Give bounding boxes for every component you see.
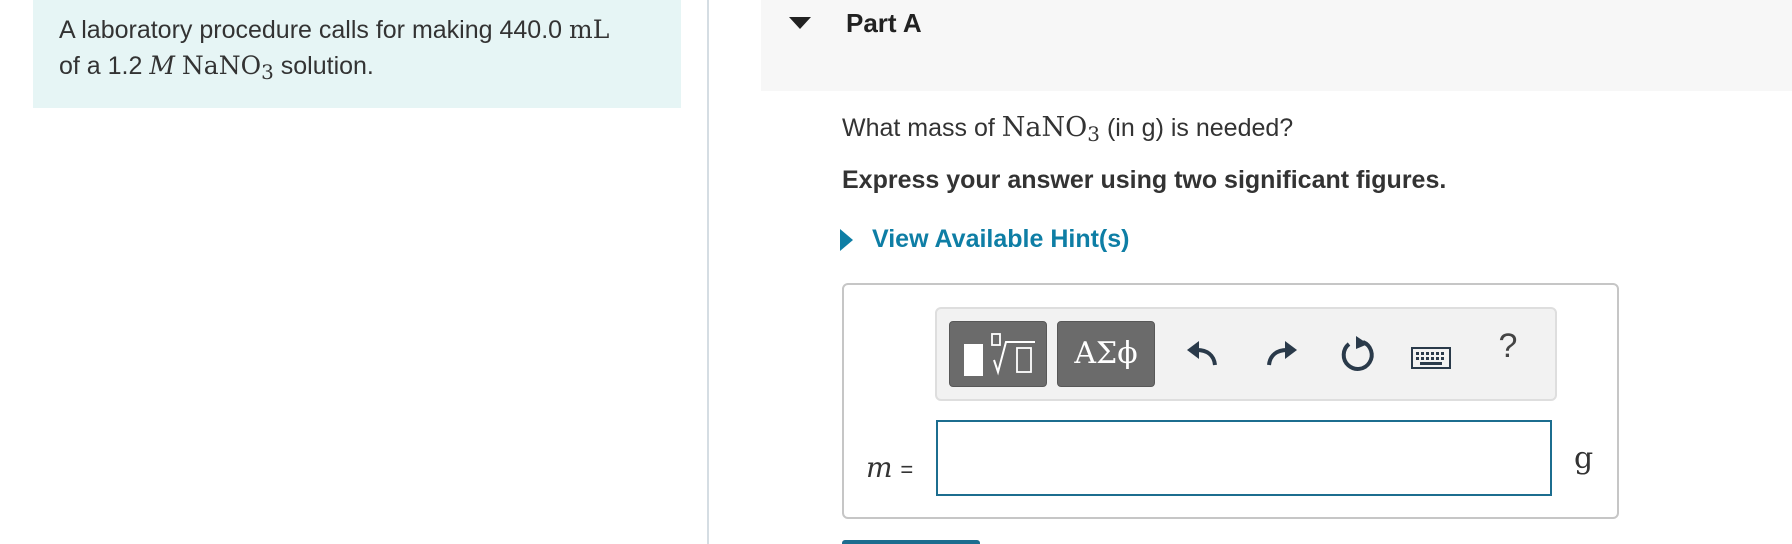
intro-text-start: A laboratory procedure calls for making … <box>59 16 569 44</box>
answer-variable: m <box>866 451 893 484</box>
equals-sign: = <box>900 457 914 482</box>
part-header[interactable]: Part A <box>761 0 1792 91</box>
submit-button[interactable] <box>842 540 980 544</box>
templates-button[interactable] <box>949 321 1047 387</box>
question-suffix: is needed? <box>1163 114 1294 142</box>
answer-input[interactable] <box>936 420 1552 496</box>
compound-base: NaNO <box>181 51 262 80</box>
reset-icon[interactable] <box>1337 335 1377 375</box>
answer-variable-label: m = <box>866 451 913 484</box>
math-toolbar: ΑΣϕ ? <box>935 307 1557 401</box>
question-prefix: What mass of <box>842 114 1002 142</box>
undo-icon[interactable] <box>1183 335 1223 375</box>
answer-unit: g <box>1574 441 1594 476</box>
keyboard-icon[interactable] <box>1411 339 1451 379</box>
compound-subscript: 3 <box>261 60 274 84</box>
templates-block-icon <box>964 344 983 376</box>
view-hints-link[interactable]: View Available Hint(s) <box>840 225 1129 254</box>
question-text: What mass of NaNO3 (in g) is needed? <box>842 108 1293 149</box>
templates-icon <box>991 333 1035 376</box>
view-hints-label[interactable]: View Available Hint(s) <box>872 225 1129 254</box>
intro-text-mid: of a 1.2 <box>59 52 150 80</box>
question-compound-base: NaNO <box>1001 112 1088 143</box>
compound-formula: NaNO3 <box>181 51 274 84</box>
volume-unit: mL <box>569 15 610 44</box>
help-icon[interactable]: ? <box>1493 327 1523 367</box>
intro-text-end: solution. <box>273 52 374 80</box>
answer-box: ΑΣϕ ? m = g <box>842 283 1619 519</box>
redo-icon[interactable] <box>1261 335 1301 375</box>
problem-intro: A laboratory procedure calls for making … <box>33 0 681 108</box>
question-unit: (in g) <box>1106 114 1164 142</box>
answer-instruction: Express your answer using two significan… <box>842 166 1447 194</box>
column-divider <box>707 0 709 544</box>
question-compound: NaNO3 <box>1001 112 1100 146</box>
question-compound-subscript: 3 <box>1087 122 1100 146</box>
part-title: Part A <box>846 8 922 38</box>
symbols-button[interactable]: ΑΣϕ <box>1057 321 1155 387</box>
molarity-symbol: M <box>149 51 175 80</box>
collapse-caret-icon[interactable] <box>789 17 811 29</box>
expand-arrow-icon <box>840 228 853 251</box>
